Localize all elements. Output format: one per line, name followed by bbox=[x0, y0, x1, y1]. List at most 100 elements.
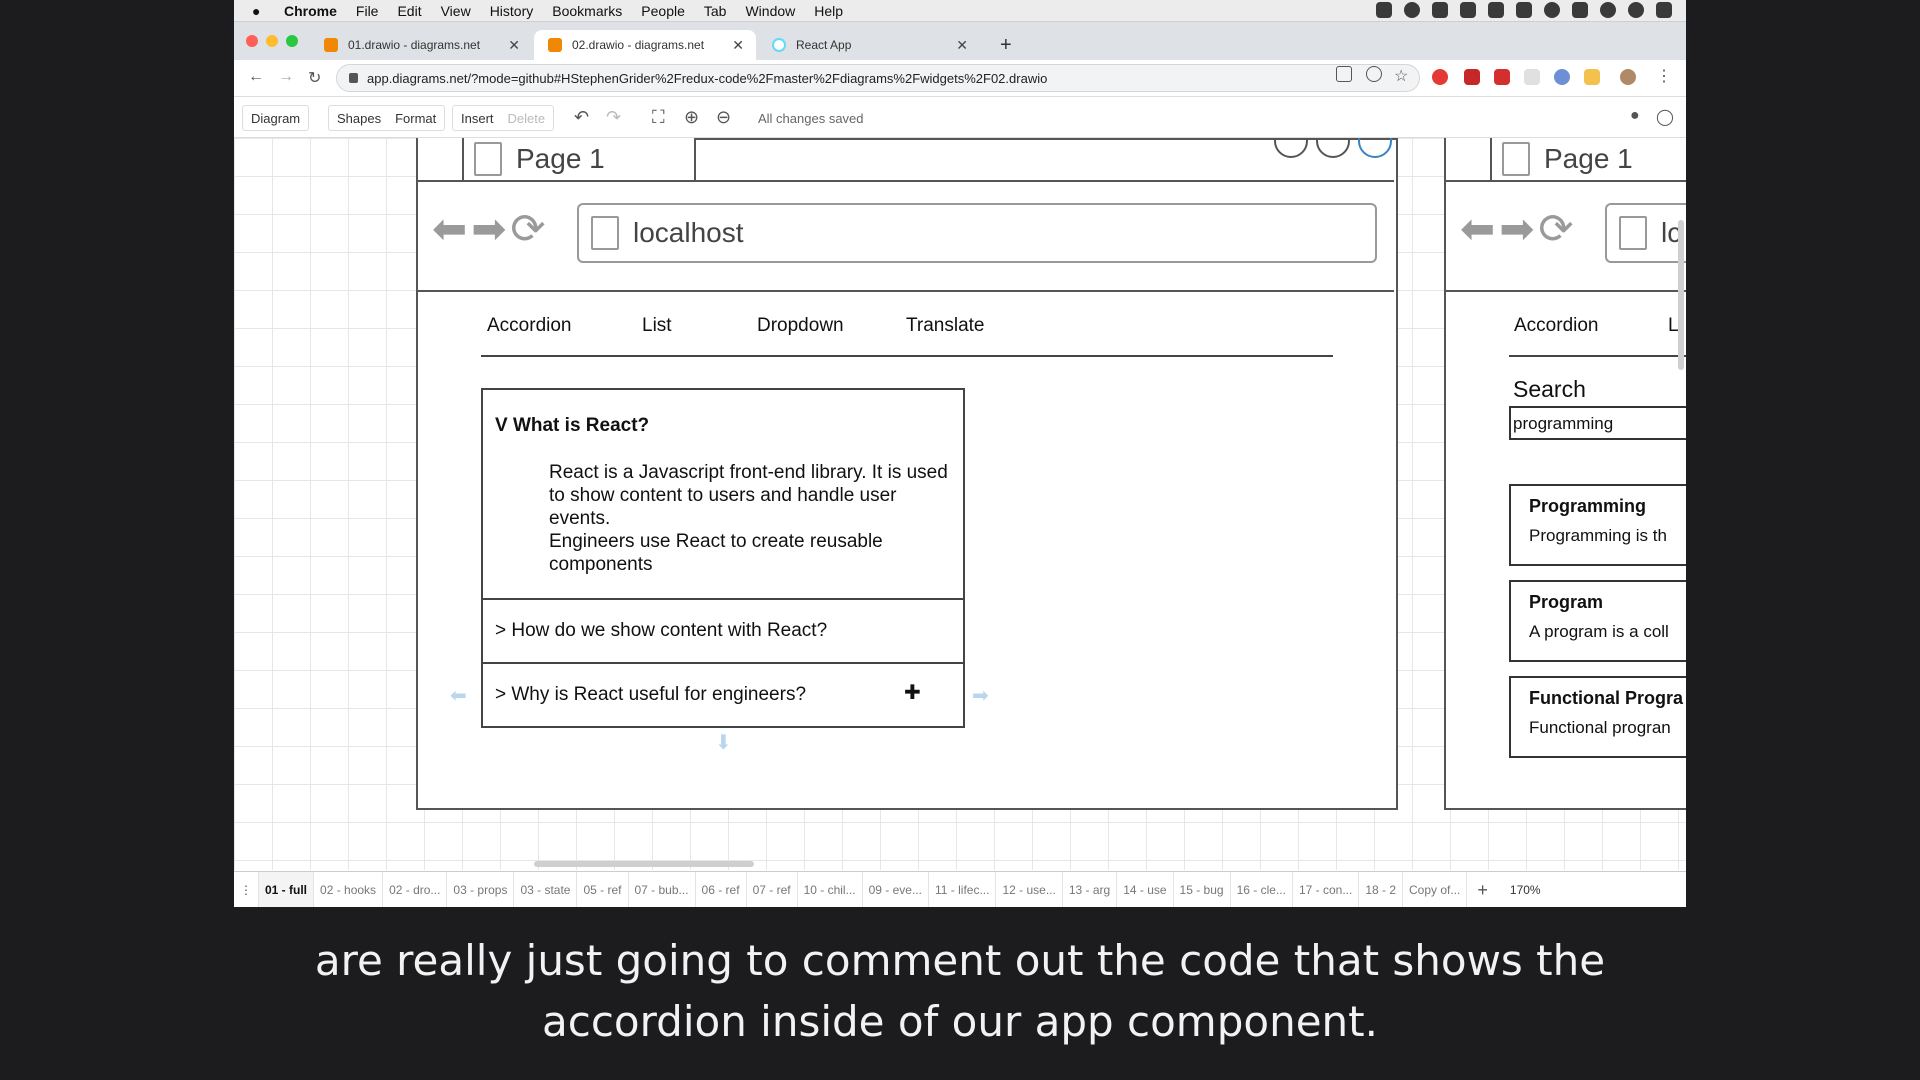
menu-file[interactable]: File bbox=[356, 3, 379, 19]
connect-left-arrow-icon[interactable]: ⬅ bbox=[450, 683, 467, 708]
siri-icon[interactable] bbox=[1628, 2, 1644, 18]
menu-history[interactable]: History bbox=[490, 3, 534, 19]
zoom-out-icon[interactable]: ⊖ bbox=[716, 107, 731, 128]
page-tab[interactable]: 15 - bug bbox=[1174, 872, 1231, 907]
menu-edit[interactable]: Edit bbox=[397, 3, 421, 19]
user-icon[interactable]: ● bbox=[1630, 107, 1640, 125]
browser-tab-1[interactable]: 01.drawio - diagrams.net ✕ bbox=[310, 30, 532, 60]
page-tab[interactable]: 13 - arg bbox=[1063, 872, 1118, 907]
page-tab[interactable]: 14 - use bbox=[1117, 872, 1174, 907]
diagram-canvas[interactable]: Page 1 ⬅➡⟳ localhost Accordion List Drop… bbox=[234, 138, 1686, 870]
menu-help[interactable]: Help bbox=[814, 3, 843, 19]
extension-icon[interactable] bbox=[1494, 69, 1510, 85]
battery-icon[interactable] bbox=[1572, 2, 1588, 18]
undo-icon[interactable]: ↶ bbox=[574, 107, 589, 128]
page-tab[interactable]: 05 - ref bbox=[577, 872, 629, 907]
connect-right-arrow-icon[interactable]: ➡ bbox=[972, 683, 989, 708]
new-tab-button[interactable]: + bbox=[1000, 34, 1012, 57]
extension-icon[interactable] bbox=[1584, 69, 1600, 85]
page-tabs-bar: ⋮ 01 - full 02 - hooks 02 - dro... 03 - … bbox=[234, 871, 1686, 907]
insert-button[interactable]: Insert bbox=[461, 111, 494, 126]
cast-icon[interactable] bbox=[1336, 66, 1352, 82]
horizontal-scrollbar[interactable] bbox=[534, 861, 754, 867]
page-tab[interactable]: 09 - eve... bbox=[863, 872, 929, 907]
zoom-level[interactable]: 170% bbox=[1498, 883, 1541, 897]
apple-icon[interactable]: ● bbox=[252, 3, 270, 19]
cloud-icon[interactable] bbox=[1488, 2, 1504, 18]
menu-view[interactable]: View bbox=[441, 3, 471, 19]
delete-button[interactable]: Delete bbox=[508, 111, 546, 126]
install-icon[interactable] bbox=[1366, 66, 1382, 82]
page-menu-icon[interactable]: ⋮ bbox=[234, 872, 259, 907]
mockup-page-tab: Page 1 bbox=[416, 138, 696, 182]
record-icon[interactable] bbox=[1404, 2, 1420, 18]
menu-window[interactable]: Window bbox=[745, 3, 795, 19]
page-tab[interactable]: 10 - chil... bbox=[798, 872, 863, 907]
page-tab[interactable]: 11 - lifec... bbox=[929, 872, 997, 907]
shapes-button[interactable]: Shapes bbox=[337, 111, 381, 126]
close-tab-icon[interactable]: ✕ bbox=[508, 37, 520, 54]
menu-app-name[interactable]: Chrome bbox=[284, 3, 337, 19]
redo-icon[interactable]: ↷ bbox=[606, 107, 621, 128]
drawio-icon bbox=[548, 38, 562, 52]
page-tab[interactable]: 17 - con... bbox=[1293, 872, 1360, 907]
move-cursor-icon: ✚ bbox=[904, 682, 921, 704]
profile-avatar[interactable] bbox=[1620, 69, 1636, 85]
zoom-window-icon[interactable] bbox=[286, 35, 298, 47]
page-tab[interactable]: 06 - ref bbox=[696, 872, 747, 907]
minimize-window-icon[interactable] bbox=[266, 35, 278, 47]
extension-icon[interactable] bbox=[1524, 69, 1540, 85]
mockup-search-input: programming bbox=[1509, 406, 1686, 440]
extension-icon[interactable] bbox=[1554, 69, 1570, 85]
page-tab[interactable]: 16 - cle... bbox=[1231, 872, 1293, 907]
page-tab[interactable]: 01 - full bbox=[259, 872, 315, 907]
add-page-button[interactable]: + bbox=[1467, 880, 1498, 901]
page-tab[interactable]: 12 - use... bbox=[996, 872, 1063, 907]
glasses-icon[interactable] bbox=[1460, 2, 1476, 18]
diagram-menu[interactable]: Diagram bbox=[242, 105, 310, 131]
fullscreen-icon[interactable]: ⛶ bbox=[652, 107, 665, 128]
page-tab[interactable]: 07 - ref bbox=[747, 872, 798, 907]
close-tab-icon[interactable]: ✕ bbox=[732, 37, 744, 54]
lock-icon[interactable] bbox=[349, 73, 358, 83]
close-window-icon[interactable] bbox=[246, 35, 258, 47]
display-icon[interactable] bbox=[1516, 2, 1532, 18]
bookmark-star-icon[interactable]: ☆ bbox=[1394, 66, 1408, 86]
close-tab-icon[interactable]: ✕ bbox=[956, 37, 968, 54]
browser-tab-3[interactable]: React App ✕ bbox=[758, 30, 980, 60]
page-tab[interactable]: 07 - bub... bbox=[629, 872, 696, 907]
wifi-icon[interactable] bbox=[1544, 2, 1560, 18]
address-bar[interactable]: app.diagrams.net/?mode=github#HStephenGr… bbox=[336, 64, 1420, 92]
menu-tab[interactable]: Tab bbox=[704, 3, 727, 19]
reload-icon[interactable]: ↻ bbox=[308, 68, 321, 88]
forward-icon[interactable]: → bbox=[278, 68, 294, 86]
spotlight-icon[interactable] bbox=[1600, 2, 1616, 18]
result-card-title: Functional Progra bbox=[1529, 688, 1684, 708]
page-tab[interactable]: Copy of... bbox=[1403, 872, 1468, 907]
page-tab[interactable]: 03 - state bbox=[514, 872, 578, 907]
cursor-icon[interactable] bbox=[1432, 2, 1448, 18]
mac-menu-bar: ● Chrome File Edit View History Bookmark… bbox=[234, 0, 1686, 22]
page-tab[interactable]: 03 - props bbox=[447, 872, 515, 907]
zoom-in-icon[interactable]: ⊕ bbox=[684, 107, 699, 128]
format-button[interactable]: Format bbox=[395, 111, 436, 126]
extension-icon[interactable] bbox=[1464, 69, 1480, 85]
mockup-right-nav-underline bbox=[1509, 355, 1686, 357]
back-icon[interactable]: ← bbox=[248, 68, 264, 86]
docker-icon[interactable] bbox=[1376, 2, 1392, 18]
menu-people[interactable]: People bbox=[641, 3, 685, 19]
mockup-nav-translate: Translate bbox=[906, 315, 985, 336]
adblock-extension-icon[interactable] bbox=[1432, 69, 1448, 85]
vertical-scrollbar[interactable] bbox=[1678, 220, 1684, 370]
globe-icon[interactable]: ◯ bbox=[1656, 107, 1674, 127]
mockup-nav-dropdown: Dropdown bbox=[757, 315, 844, 336]
page-tab[interactable]: 18 - 2 bbox=[1359, 872, 1404, 907]
page-tab[interactable]: 02 - hooks bbox=[314, 872, 384, 907]
browser-tab-2[interactable]: 02.drawio - diagrams.net ✕ bbox=[534, 30, 756, 60]
connect-down-arrow-icon[interactable]: ⬇ bbox=[715, 730, 732, 755]
notification-center-icon[interactable] bbox=[1656, 2, 1672, 18]
page-tab[interactable]: 02 - dro... bbox=[383, 872, 448, 907]
chrome-menu-icon[interactable]: ⋮ bbox=[1656, 66, 1672, 86]
menu-bookmarks[interactable]: Bookmarks bbox=[552, 3, 622, 19]
caption-line-2: accordion inside of our app component. bbox=[542, 997, 1378, 1046]
